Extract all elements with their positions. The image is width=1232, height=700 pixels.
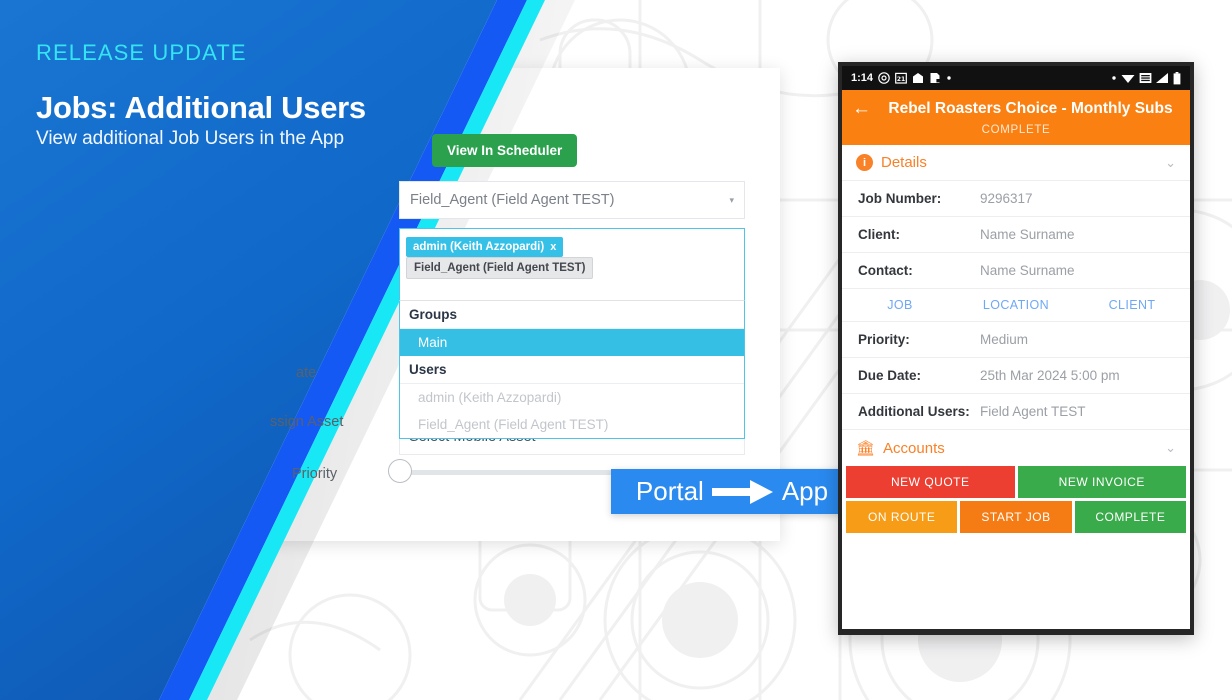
chip-label: Field_Agent (Field Agent TEST) (414, 262, 586, 274)
info-icon: i (856, 154, 873, 171)
chip-label: admin (Keith Azzopardi) (413, 241, 545, 253)
details-section-title: Details (881, 154, 927, 171)
note-icon (930, 73, 941, 83)
at-icon (878, 72, 890, 84)
status-bar-right-icons (1111, 71, 1181, 85)
signal-icon (1156, 73, 1168, 83)
new-quote-button[interactable]: NEW QUOTE (846, 466, 1015, 498)
button-row-quote-invoice: NEW QUOTE NEW INVOICE (846, 466, 1186, 498)
badge-portal-text: Portal (635, 476, 704, 506)
row-key: Additional Users: (858, 404, 970, 419)
user-select-value: Field_Agent (Field Agent TEST) (410, 192, 615, 208)
back-arrow-icon[interactable]: ← (852, 99, 871, 118)
row-value: 9296317 (980, 191, 1033, 206)
table-row: Job Number: 9296317 (842, 180, 1190, 216)
chevron-down-icon[interactable]: ⌄ (1165, 155, 1176, 171)
status-bar-left-icons: 21 (878, 72, 952, 84)
users-groups-dropdown-list[interactable]: Groups Main Users admin (Keith Azzopardi… (399, 300, 745, 439)
status-bar: 1:14 21 (842, 66, 1190, 90)
phone-screen: 1:14 21 ← Rebel Roasters Choice - Monthl… (842, 66, 1190, 629)
wifi-icon (1121, 75, 1135, 83)
row-key: Priority: (858, 332, 910, 347)
table-row: Priority: Medium (842, 321, 1190, 357)
tab-job[interactable]: JOB (842, 298, 958, 312)
tab-location[interactable]: LOCATION (958, 298, 1074, 312)
assign-asset-label: ssign Asset (270, 414, 344, 430)
row-value: Field Agent TEST (980, 404, 1086, 419)
svg-text:21: 21 (897, 76, 905, 83)
chip-remove-icon[interactable]: x (550, 241, 556, 253)
table-row: Due Date: 25th Mar 2024 5:00 pm (842, 357, 1190, 393)
app-bar: ← Rebel Roasters Choice - Monthly Subs C… (842, 90, 1190, 145)
dropdown-option-admin[interactable]: admin (Keith Azzopardi) (400, 384, 744, 411)
row-value: Name Surname (980, 263, 1075, 278)
table-row: Contact: Name Surname (842, 252, 1190, 288)
user-select-dropdown[interactable]: Field_Agent (Field Agent TEST) ▾ (399, 181, 745, 219)
arrow-right-icon (711, 479, 774, 505)
page-subtitle: View additional Job Users in the App (36, 128, 345, 149)
action-buttons-area: NEW QUOTE NEW INVOICE ON ROUTE START JOB… (842, 466, 1190, 540)
new-invoice-button[interactable]: NEW INVOICE (1017, 466, 1186, 498)
app-bar-title: Rebel Roasters Choice - Monthly Subs (888, 99, 1173, 117)
page-title: Jobs: Additional Users (36, 90, 366, 125)
accounts-section-header[interactable]: 🏛 Accounts ⌄ (842, 429, 1190, 466)
bank-icon: 🏛 (856, 440, 876, 457)
chevron-down-icon[interactable]: ⌄ (1165, 440, 1176, 456)
status-bar-time: 1:14 (851, 72, 874, 84)
date-label: ate (296, 365, 317, 381)
view-in-scheduler-button[interactable]: View In Scheduler (432, 134, 578, 167)
chip-plain-user[interactable]: Field_Agent (Field Agent TEST) (406, 257, 594, 279)
start-job-button[interactable]: START JOB (960, 501, 1072, 533)
details-section-header[interactable]: i Details ⌄ (842, 145, 1190, 180)
row-key: Due Date: (858, 368, 922, 383)
app-bar-top: ← Rebel Roasters Choice - Monthly Subs (842, 99, 1190, 124)
tab-client[interactable]: CLIENT (1074, 298, 1190, 312)
dot-icon (1112, 76, 1116, 80)
battery-icon (1173, 71, 1181, 84)
row-value: Name Surname (980, 227, 1075, 242)
dropdown-option-field-agent[interactable]: Field_Agent (Field Agent TEST) (400, 411, 744, 438)
complete-button[interactable]: COMPLETE (1074, 501, 1186, 533)
job-status-label: COMPLETE (981, 124, 1051, 136)
dropdown-group-header: Users (400, 356, 744, 384)
row-value: Medium (980, 332, 1029, 347)
table-row: Client: Name Surname (842, 216, 1190, 252)
row-value: 25th Mar 2024 5:00 pm (980, 368, 1120, 383)
additional-users-multiselect[interactable]: admin (Keith Azzopardi) x Field_Agent (F… (399, 228, 745, 300)
sim-icon (1139, 73, 1152, 83)
slider-knob[interactable] (388, 459, 412, 483)
calendar-icon: 21 (895, 72, 907, 84)
priority-label: Priority (292, 466, 338, 482)
badge-app-text: App (781, 476, 829, 506)
detail-tabs: JOB LOCATION CLIENT (842, 288, 1190, 321)
additional-users-row: Additional Users: Field Agent TEST (842, 393, 1190, 429)
release-update-label: RELEASE UPDATE (36, 40, 247, 65)
package-icon (913, 73, 924, 83)
row-key: Job Number: (858, 191, 942, 206)
chip-selected-user[interactable]: admin (Keith Azzopardi) x (406, 237, 564, 257)
button-row-status: ON ROUTE START JOB COMPLETE (846, 501, 1186, 533)
phone-mockup: 1:14 21 ← Rebel Roasters Choice - Monthl… (838, 62, 1194, 635)
chevron-down-icon: ▾ (729, 194, 734, 205)
portal-to-app-badge: Portal App (611, 469, 853, 514)
accounts-section-title: Accounts (883, 439, 945, 457)
row-key: Contact: (858, 263, 913, 278)
dot-icon (947, 76, 951, 80)
row-key: Client: (858, 227, 900, 242)
dropdown-option-main[interactable]: Main (400, 329, 744, 356)
dropdown-group-header: Groups (400, 301, 744, 329)
on-route-button[interactable]: ON ROUTE (846, 501, 958, 533)
